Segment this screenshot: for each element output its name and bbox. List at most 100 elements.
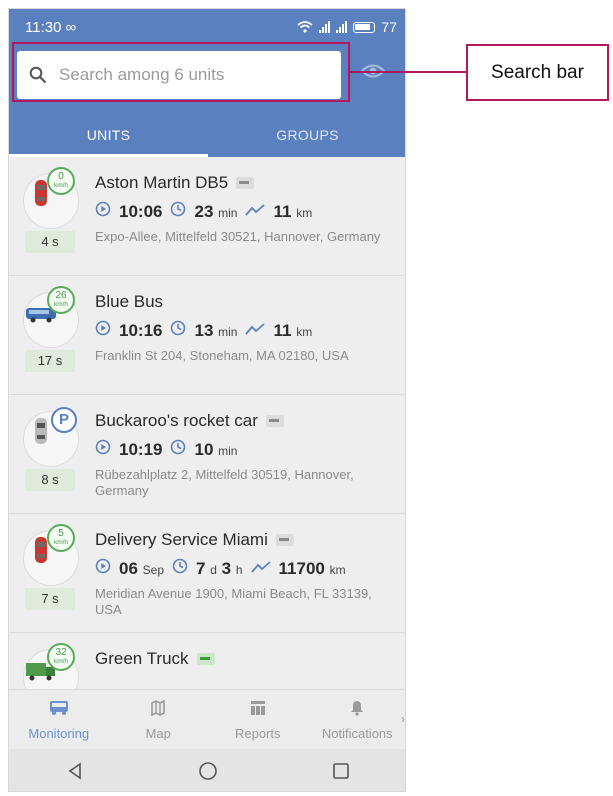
unit-name-text: Green Truck: [95, 649, 189, 668]
unit-address: Franklin St 204, Stoneham, MA 02180, USA: [95, 348, 349, 363]
battery-icon: [353, 21, 376, 33]
trip-start-time: 10:06: [119, 202, 163, 221]
status-bar: 11:30 ∞ 77: [9, 9, 405, 45]
recents-icon[interactable]: [332, 762, 350, 780]
last-message-age: 17 s: [25, 350, 75, 372]
tab-units[interactable]: UNITS: [9, 111, 208, 157]
nav-map[interactable]: Map: [109, 690, 209, 749]
duration-unit: min: [218, 325, 238, 339]
distance-value: 11700: [278, 559, 325, 578]
mileage-icon: [245, 204, 266, 216]
speed-badge: 26 km/h: [47, 286, 75, 314]
distance-unit: km: [296, 206, 313, 220]
play-time-icon: [95, 320, 111, 336]
trip-stats: 10:06 23 min 11 km: [95, 201, 312, 222]
back-icon[interactable]: [66, 762, 84, 780]
parked-badge: P: [51, 407, 77, 433]
search-bar-highlight: [12, 42, 350, 102]
trip-stats: 06 Sep 7 d 3 h 11700 km: [95, 558, 346, 579]
duration-value: 13: [194, 321, 214, 340]
duration-days-unit: d: [210, 563, 217, 577]
phone-screen: 11:30 ∞ 77 UNITS GROUPS 0k: [8, 8, 406, 792]
distance-unit: km: [329, 563, 346, 577]
duration-value: 23: [194, 202, 214, 221]
last-message-age: 4 s: [25, 231, 75, 253]
status-time: 11:30 ∞: [25, 19, 76, 36]
reports-icon: [208, 700, 308, 718]
unit-name: Blue Bus: [95, 292, 163, 312]
duration-hours-unit: h: [235, 563, 243, 577]
map-icon: [109, 700, 209, 718]
unit-row[interactable]: 5 km/h 7 s Delivery Service Miami 06 Sep …: [9, 514, 405, 633]
speed-value: 26: [55, 290, 67, 301]
nav-reports[interactable]: Reports: [208, 690, 308, 749]
signal-icon: [319, 21, 331, 33]
nav-notifications-label: Notifications: [321, 726, 393, 741]
unit-address: Meridian Avenue 1900, Miami Beach, FL 33…: [95, 586, 372, 617]
unit-name: Delivery Service Miami: [95, 530, 294, 550]
speed-unit: km/h: [53, 658, 69, 665]
unit-address: Expo-Allee, Mittelfeld 30521, Hannover, …: [95, 229, 381, 244]
speed-badge: 32 km/h: [47, 643, 75, 671]
duration-hours: 3: [221, 559, 232, 578]
wifi-icon: [297, 21, 313, 33]
distance-value: 11: [273, 321, 292, 340]
unit-name: Green Truck: [95, 649, 215, 669]
speed-unit: km/h: [53, 539, 69, 546]
signal-icon-2: [336, 21, 348, 33]
unit-name-text: Delivery Service Miami: [95, 530, 268, 549]
nav-monitoring[interactable]: Monitoring: [9, 690, 109, 749]
eye-icon[interactable]: [360, 63, 386, 84]
chevron-right-icon[interactable]: ›: [401, 712, 405, 726]
clock-icon: [171, 201, 186, 217]
ignition-key-icon: [196, 653, 215, 665]
unit-address: Rübezahlplatz 2, Mittelfeld 30519, Hanno…: [95, 467, 354, 498]
tab-groups[interactable]: GROUPS: [208, 111, 405, 157]
ignition-key-icon: [275, 534, 294, 546]
trip-stats: 10:16 13 min 11 km: [95, 320, 312, 341]
play-time-icon: [95, 558, 111, 574]
speed-unit: km/h: [53, 301, 69, 308]
unit-row[interactable]: 0 km/h 4 s Aston Martin DB5 10:06 23 min …: [9, 157, 405, 276]
duration-unit: min: [218, 206, 238, 220]
unit-name-text: Aston Martin DB5: [95, 173, 229, 192]
last-message-age: 8 s: [25, 469, 75, 491]
home-icon[interactable]: [198, 761, 218, 781]
unit-row[interactable]: 32 km/h Green Truck: [9, 633, 405, 689]
speed-badge: 5 km/h: [47, 524, 75, 552]
ignition-key-icon: [236, 177, 255, 189]
unit-row[interactable]: P 8 s Buckaroo's rocket car 10:19 10 min…: [9, 395, 405, 514]
speed-value: 5: [58, 528, 64, 539]
nav-monitoring-label: Monitoring: [28, 726, 90, 741]
unit-name: Buckaroo's rocket car: [95, 411, 284, 431]
speed-value: 32: [55, 647, 67, 658]
unit-name: Aston Martin DB5: [95, 173, 255, 193]
duration-value: 10: [194, 440, 214, 459]
clock-icon: [171, 320, 186, 336]
unit-list: 0 km/h 4 s Aston Martin DB5 10:06 23 min …: [9, 157, 405, 689]
callout-label: Search bar: [466, 44, 609, 101]
status-indicators: 77: [297, 19, 397, 35]
bell-icon: [308, 700, 406, 718]
ignition-key-icon: [265, 415, 284, 427]
trip-start-month: Sep: [142, 563, 165, 577]
trip-stats: 10:19 10 min: [95, 439, 237, 460]
play-time-icon: [95, 439, 111, 455]
unit-name-text: Blue Bus: [95, 292, 164, 311]
speed-unit: km/h: [53, 182, 69, 189]
clock-icon: [171, 439, 186, 455]
unit-name-text: Buckaroo's rocket car: [95, 411, 258, 430]
tab-bar: UNITS GROUPS: [9, 111, 405, 157]
nav-notifications[interactable]: Notifications: [308, 690, 406, 749]
unit-row[interactable]: 26 km/h 17 s Blue Bus 10:16 13 min 11 km …: [9, 276, 405, 395]
speed-value: 0: [58, 171, 64, 182]
duration-unit: min: [218, 444, 238, 458]
distance-unit: km: [296, 325, 313, 339]
link-glyph: ∞: [65, 19, 77, 36]
nav-map-label: Map: [145, 726, 171, 741]
last-message-age: 7 s: [25, 588, 75, 610]
trip-start-time: 10:16: [119, 321, 163, 340]
trip-start-day: 06: [119, 559, 138, 578]
bottom-nav: Monitoring Map Reports Notifications ›: [9, 689, 406, 749]
system-nav-bar: [9, 749, 405, 791]
